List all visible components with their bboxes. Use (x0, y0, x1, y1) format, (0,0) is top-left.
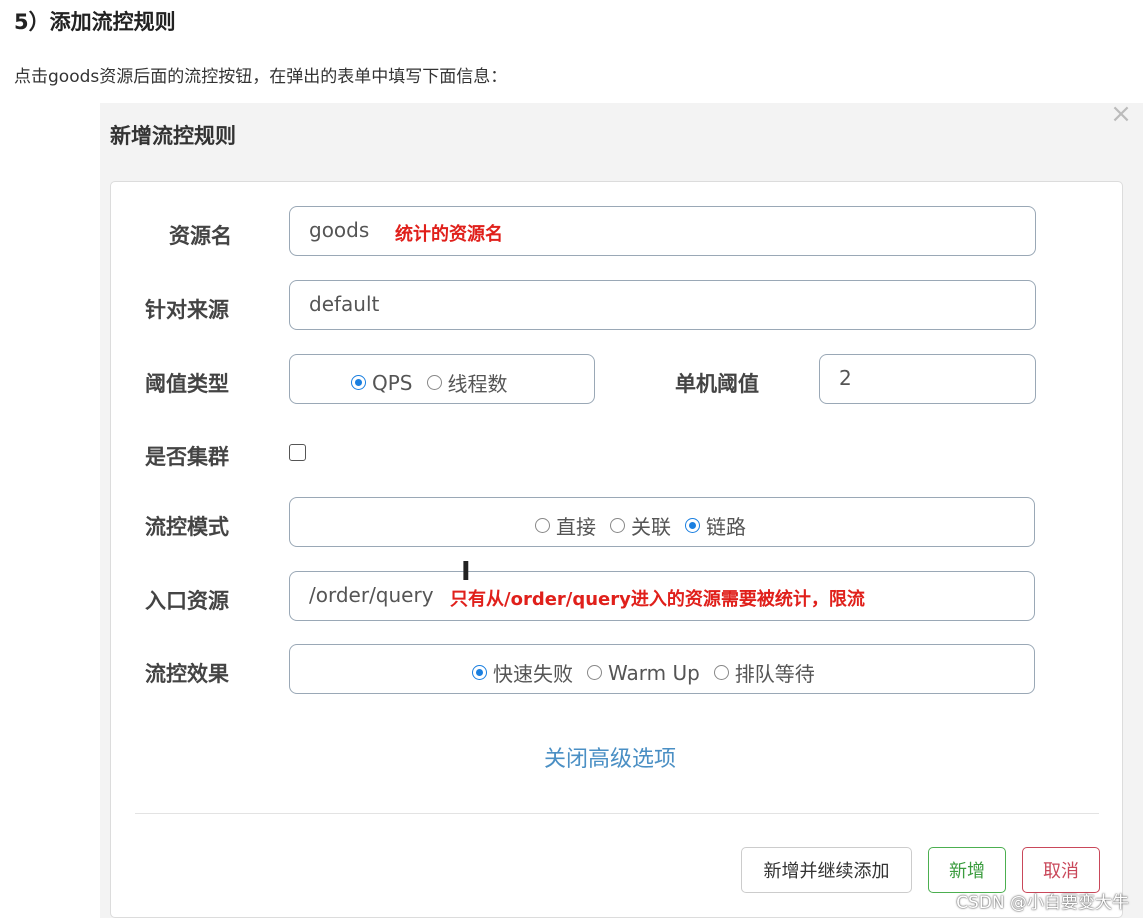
radio-unchecked-icon (587, 665, 602, 680)
radio-unchecked-icon (426, 375, 442, 390)
cluster-checkbox[interactable] (289, 444, 306, 461)
radio-unchecked-icon (535, 518, 550, 533)
entry-resource-annotation: 只有从/order/query进入的资源需要被统计，限流 (450, 589, 865, 610)
single-threshold-label: 单机阈值 (675, 372, 759, 396)
radio-label: 链路 (706, 515, 746, 539)
flow-rule-dialog: 新增流控规则 × 资源名 goods 统计的资源名 针对来源 default 阈… (100, 99, 1143, 918)
radio-checked-icon (351, 375, 366, 390)
flow-effect-warm-up-radio[interactable]: Warm Up (587, 661, 700, 685)
resource-name-annotation: 统计的资源名 (395, 224, 503, 245)
add-button[interactable]: 新增 (928, 847, 1006, 893)
dialog-title: 新增流控规则 (110, 124, 236, 148)
watermark: CSDN @小白要变大牛 (956, 893, 1129, 913)
flow-mode-chain-radio[interactable]: 链路 (685, 511, 746, 540)
flow-effect-queue-radio[interactable]: 排队等待 (713, 658, 815, 687)
entry-resource-input[interactable]: /order/query 只有从/order/query进入的资源需要被统计，限… (289, 571, 1035, 621)
threshold-type-group: QPS 线程数 (289, 354, 595, 404)
cancel-button[interactable]: 取消 (1022, 847, 1100, 893)
radio-label: QPS (372, 370, 413, 395)
resource-name-input[interactable]: goods 统计的资源名 (289, 206, 1036, 256)
entry-resource-value: /order/query (309, 583, 434, 607)
flow-effect-fast-fail-radio[interactable]: 快速失败 (472, 658, 573, 687)
cluster-label: 是否集群 (145, 445, 229, 469)
radio-unchecked-icon (610, 518, 625, 533)
flow-effect-label: 流控效果 (145, 662, 229, 686)
origin-value: default (309, 292, 380, 316)
close-advanced-options-link[interactable]: 关闭高级选项 (544, 741, 676, 773)
threshold-type-threads-radio[interactable]: 线程数 (426, 368, 508, 397)
resource-name-label: 资源名 (169, 224, 232, 248)
single-threshold-value: 2 (839, 366, 852, 390)
radio-checked-icon (472, 665, 487, 680)
close-icon[interactable]: × (1106, 99, 1136, 129)
flow-mode-group: 直接 关联 链路 (289, 497, 1035, 547)
radio-unchecked-icon (713, 665, 729, 680)
text-cursor-icon: I (461, 557, 471, 587)
footer-divider (135, 813, 1099, 814)
resource-name-value: goods (309, 218, 370, 242)
single-threshold-input[interactable]: 2 (819, 354, 1036, 404)
form-card: 资源名 goods 统计的资源名 针对来源 default 阈值类型 QPS 线… (110, 181, 1123, 918)
flow-mode-label: 流控模式 (145, 515, 229, 539)
flow-mode-direct-radio[interactable]: 直接 (535, 511, 596, 540)
threshold-type-qps-radio[interactable]: QPS (351, 371, 413, 395)
radio-label: 排队等待 (734, 662, 815, 686)
radio-label: 线程数 (447, 372, 508, 396)
radio-label: Warm Up (608, 660, 700, 685)
origin-label: 针对来源 (145, 298, 229, 322)
add-and-continue-button[interactable]: 新增并继续添加 (741, 847, 912, 893)
flow-mode-relate-radio[interactable]: 关联 (610, 511, 671, 540)
flow-effect-group: 快速失败 Warm Up 排队等待 (289, 644, 1035, 694)
origin-input[interactable]: default (289, 280, 1036, 330)
article-intro: 点击goods资源后面的流控按钮，在弹出的表单中填写下面信息： (14, 67, 508, 87)
article-heading: 5）添加流控规则 (14, 10, 176, 34)
threshold-type-label: 阈值类型 (145, 372, 229, 396)
entry-resource-label: 入口资源 (145, 589, 229, 613)
radio-label: 快速失败 (493, 662, 573, 686)
radio-label: 关联 (631, 515, 671, 539)
radio-label: 直接 (556, 515, 596, 539)
radio-checked-icon (685, 518, 700, 533)
